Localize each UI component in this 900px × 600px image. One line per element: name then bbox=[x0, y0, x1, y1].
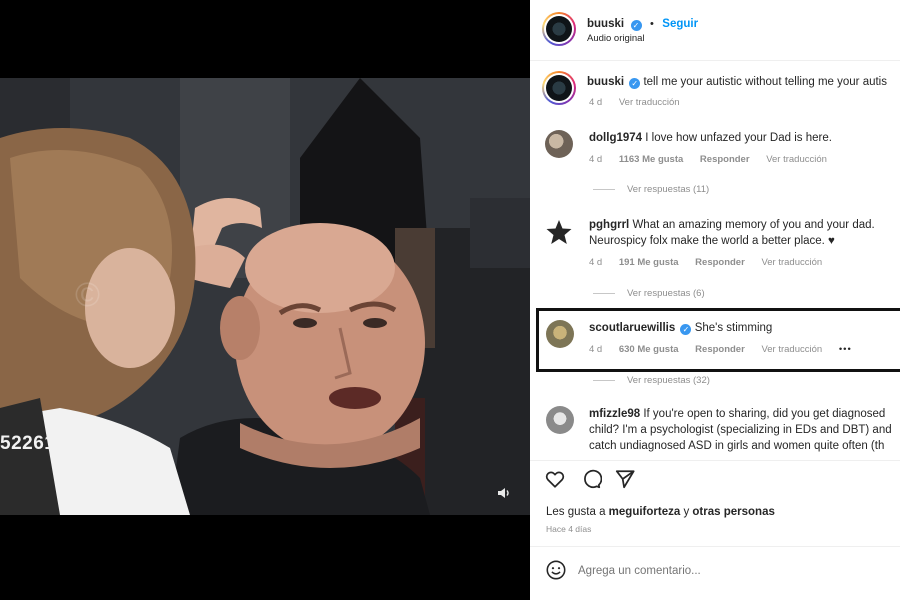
actions-divider bbox=[530, 460, 900, 461]
caption-username[interactable]: buuski bbox=[587, 76, 624, 88]
comment-meta-2: 4 d 191 Me gusta Responder Ver traducció… bbox=[589, 257, 836, 268]
comment-likes-count[interactable]: 191 Me gusta bbox=[619, 257, 679, 268]
comment-username[interactable]: dollg1974 bbox=[589, 132, 642, 144]
comment-text-line-2: Neurospicy folx make the world a better … bbox=[589, 235, 835, 247]
comment-username[interactable]: mfizzle98 bbox=[589, 408, 640, 420]
caption-meta: 4 d Ver traducción bbox=[589, 97, 694, 108]
comment-avatar-mfizzle98[interactable] bbox=[546, 406, 574, 434]
comment-username[interactable]: pghgrrl bbox=[589, 219, 629, 231]
comment-time: 4 d bbox=[589, 257, 603, 268]
comment-line-2: pghgrrl What an amazing memory of you an… bbox=[589, 219, 875, 231]
svg-text:©: © bbox=[75, 276, 100, 314]
send-icon[interactable] bbox=[614, 468, 636, 490]
comment-line-1: dollg1974 I love how unfazed your Dad is… bbox=[589, 132, 832, 144]
emoji-icon[interactable] bbox=[545, 559, 567, 581]
comment-meta-1: 4 d 1163 Me gusta Responder Ver traducci… bbox=[589, 154, 841, 165]
post-timestamp: Hace 4 días bbox=[546, 524, 592, 534]
view-replies-link[interactable]: Ver respuestas (32) bbox=[593, 375, 710, 386]
likes-prefix: Les gusta a bbox=[546, 506, 606, 518]
comment-line-4: mfizzle98 If you're open to sharing, did… bbox=[589, 408, 885, 420]
header-dot-separator: • bbox=[649, 18, 654, 30]
post-side-panel: buuski ✓ • Seguir Audio original buuski … bbox=[530, 0, 900, 600]
view-replies-link[interactable]: Ver respuestas (11) bbox=[593, 184, 709, 195]
comment-time: 4 d bbox=[589, 154, 603, 165]
likes-user-link[interactable]: meguiforteza bbox=[609, 506, 681, 518]
comment-bubble-icon[interactable] bbox=[580, 468, 602, 490]
highlight-box bbox=[536, 308, 900, 372]
comment-text: What an amazing memory of you and your d… bbox=[632, 219, 875, 231]
verified-badge-icon: ✓ bbox=[629, 78, 641, 89]
video-still-image: © bbox=[0, 78, 530, 515]
comment-text-line-3: catch undiagnosed ASD in girls and women… bbox=[589, 440, 885, 452]
caption-line: buuski ✓ tell me your autistic without t… bbox=[587, 76, 887, 89]
caption-time: 4 d bbox=[589, 97, 603, 108]
follow-button[interactable]: Seguir bbox=[662, 18, 698, 30]
comment-likes-count[interactable]: 1163 Me gusta bbox=[619, 154, 683, 165]
verified-badge-icon: ✓ bbox=[630, 20, 642, 31]
likes-others-link[interactable]: otras personas bbox=[692, 506, 774, 518]
star-icon[interactable] bbox=[545, 218, 573, 246]
heart-icon[interactable] bbox=[544, 468, 566, 490]
video-watermark-number: 52261 bbox=[0, 433, 56, 454]
comment-text: If you're open to sharing, did you get d… bbox=[643, 408, 886, 420]
header-divider bbox=[530, 60, 900, 61]
comment-translate-link[interactable]: Ver traducción bbox=[761, 257, 822, 268]
comment-translate-link[interactable]: Ver traducción bbox=[766, 154, 827, 165]
likes-connector: y bbox=[683, 506, 690, 518]
caption-text: tell me your autistic without telling me… bbox=[643, 76, 887, 88]
comment-box-divider bbox=[530, 546, 900, 547]
post-header: buuski ✓ • Seguir bbox=[587, 14, 698, 32]
video-frame[interactable]: © 52261 bbox=[0, 78, 530, 515]
view-replies-link[interactable]: Ver respuestas (6) bbox=[593, 288, 705, 299]
volume-icon[interactable] bbox=[496, 485, 512, 501]
caption-avatar[interactable] bbox=[542, 71, 576, 105]
header-username[interactable]: buuski bbox=[587, 18, 624, 30]
video-player[interactable]: © 52261 bbox=[0, 0, 530, 600]
comment-reply-link[interactable]: Responder bbox=[695, 257, 745, 268]
likes-summary: Les gusta a meguiforteza y otras persona… bbox=[546, 506, 775, 518]
add-comment-input[interactable] bbox=[578, 561, 878, 581]
caption-translate-link[interactable]: Ver traducción bbox=[619, 97, 680, 108]
comment-avatar-dollg1974[interactable] bbox=[545, 130, 573, 158]
comment-text: I love how unfazed your Dad is here. bbox=[645, 132, 832, 144]
author-avatar[interactable] bbox=[542, 12, 576, 46]
comment-reply-link[interactable]: Responder bbox=[700, 154, 750, 165]
comment-text-line-2: child? I'm a psychologist (specializing … bbox=[589, 424, 892, 436]
audio-original-link[interactable]: Audio original bbox=[587, 33, 645, 44]
